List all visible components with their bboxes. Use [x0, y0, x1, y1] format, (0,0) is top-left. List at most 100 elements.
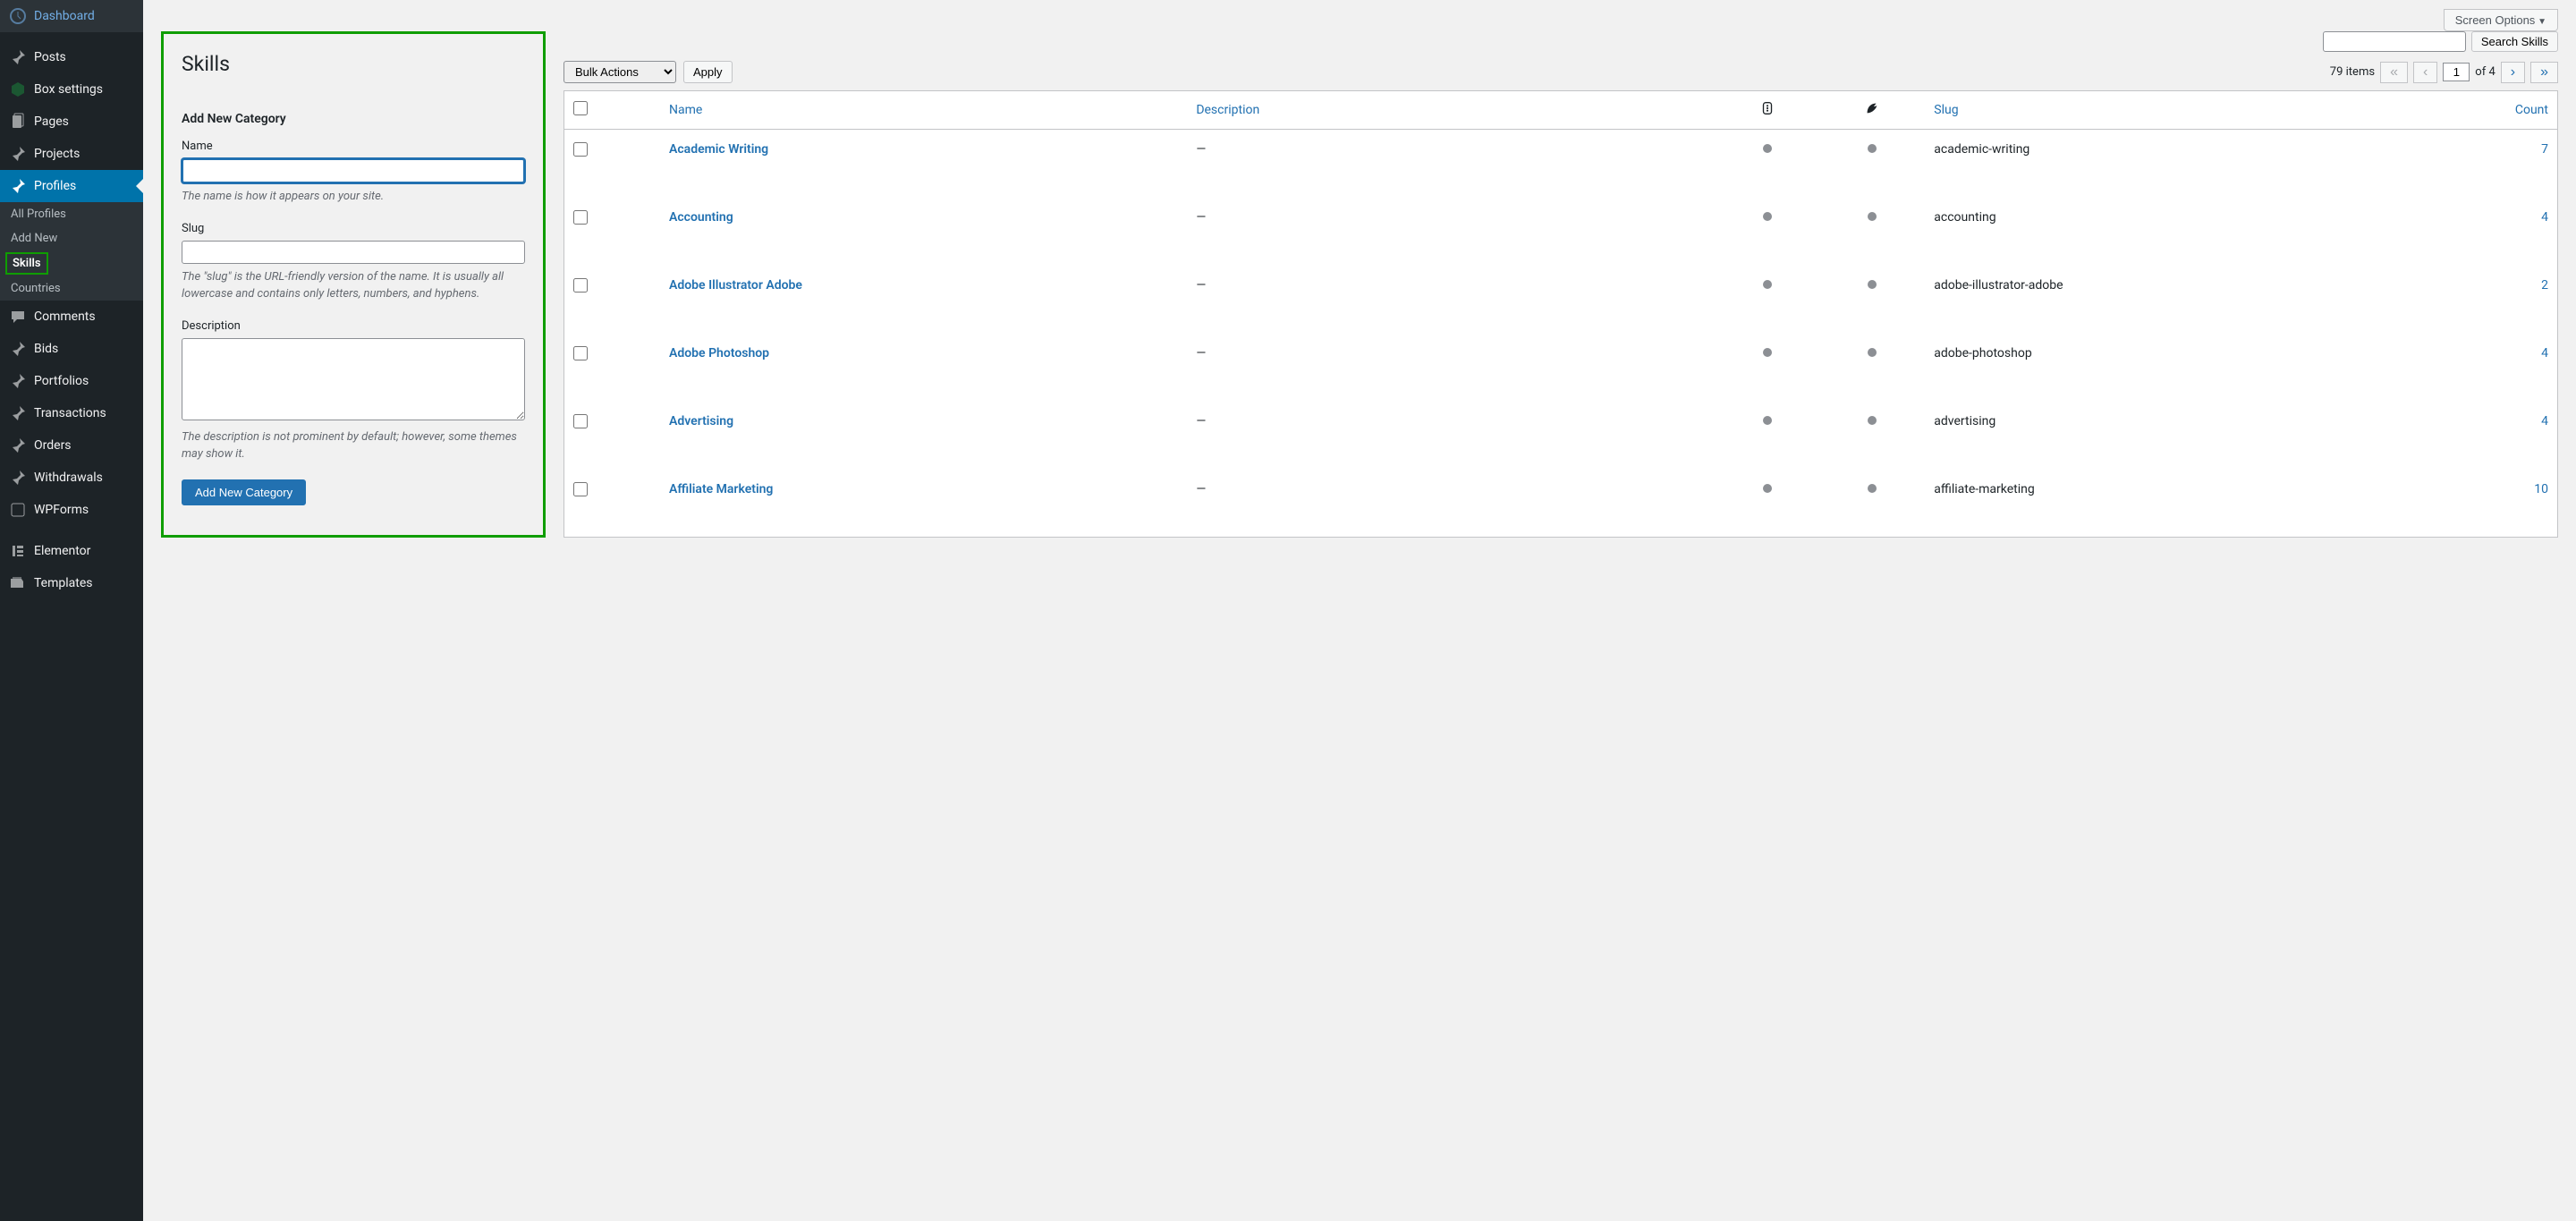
pin-icon [9, 48, 27, 66]
sidebar-label: Bids [34, 342, 58, 356]
select-all-checkbox[interactable] [573, 101, 588, 115]
slug-label: Slug [182, 222, 525, 235]
sidebar-item-portfolios[interactable]: Portfolios [0, 365, 143, 397]
skills-table-panel: Search Skills Bulk Actions Apply 79 item… [564, 31, 2558, 538]
skill-description: — [1187, 334, 1714, 402]
skill-name-link[interactable]: Affiliate Marketing [669, 482, 773, 496]
sidebar-item-dashboard[interactable]: Dashboard [0, 0, 143, 32]
sub-skills[interactable]: Skills [5, 252, 48, 275]
sub-all-profiles[interactable]: All Profiles [0, 202, 143, 226]
pin-icon [9, 340, 27, 358]
sidebar-label: Comments [34, 309, 96, 324]
status-dot [1868, 144, 1877, 153]
skill-count-link[interactable]: 4 [2541, 414, 2548, 428]
status-dot [1763, 280, 1772, 289]
sidebar-item-profiles[interactable]: Profiles [0, 170, 143, 202]
skills-table: Name Description Slug Count Academic Wri… [564, 90, 2558, 538]
next-page-button[interactable]: › [2501, 62, 2525, 83]
add-category-button[interactable]: Add New Category [182, 479, 306, 505]
visibility-column-header[interactable] [1715, 91, 1820, 130]
current-page-input[interactable] [2443, 63, 2470, 81]
slug-input[interactable] [182, 241, 525, 264]
sidebar-item-bids[interactable]: Bids [0, 333, 143, 365]
sidebar-label: Posts [34, 50, 66, 64]
sidebar-item-wpforms[interactable]: WPForms [0, 494, 143, 526]
admin-sidebar: Dashboard Posts Box settings Pages Proje… [0, 0, 143, 1221]
name-input[interactable] [182, 158, 525, 183]
main-content: Screen Options Skills Add New Category N… [143, 0, 2576, 1221]
skill-slug: academic-writing [1925, 130, 2399, 198]
skill-count-link[interactable]: 10 [2534, 482, 2548, 496]
sidebar-item-box-settings[interactable]: Box settings [0, 73, 143, 106]
bulk-actions-select[interactable]: Bulk Actions [564, 61, 676, 83]
add-category-panel: Skills Add New Category Name The name is… [161, 31, 546, 538]
sidebar-label: Templates [34, 576, 93, 590]
sidebar-item-pages[interactable]: Pages [0, 106, 143, 138]
skill-name-link[interactable]: Advertising [669, 414, 733, 428]
sidebar-item-elementor[interactable]: Elementor [0, 535, 143, 567]
status-dot [1763, 484, 1772, 493]
page-of: of 4 [2475, 65, 2495, 79]
row-checkbox[interactable] [573, 414, 588, 428]
box-icon [9, 81, 27, 98]
table-row: Adobe Illustrator Adobe — adobe-illustra… [564, 266, 2558, 334]
sidebar-label: Elementor [34, 544, 90, 558]
sidebar-label: WPForms [34, 503, 89, 517]
skill-slug: advertising [1925, 402, 2399, 470]
slug-column-header[interactable]: Slug [1934, 103, 1958, 117]
count-column-header[interactable]: Count [2515, 103, 2548, 117]
search-button[interactable]: Search Skills [2471, 31, 2558, 52]
skill-count-link[interactable]: 2 [2541, 278, 2548, 293]
slug-help: The "slug" is the URL-friendly version o… [182, 268, 525, 303]
sidebar-item-comments[interactable]: Comments [0, 301, 143, 333]
prev-page-button[interactable]: ‹ [2413, 62, 2437, 83]
sidebar-item-transactions[interactable]: Transactions [0, 397, 143, 429]
row-checkbox[interactable] [573, 142, 588, 157]
table-row: Accounting — accounting 4 [564, 198, 2558, 266]
status-dot [1763, 348, 1772, 357]
skill-name-link[interactable]: Adobe Photoshop [669, 346, 769, 360]
skill-name-link[interactable]: Accounting [669, 210, 733, 225]
table-row: Affiliate Marketing — affiliate-marketin… [564, 470, 2558, 538]
sidebar-item-templates[interactable]: Templates [0, 567, 143, 599]
status-dot [1763, 212, 1772, 221]
skill-slug: affiliate-marketing [1925, 470, 2399, 538]
sub-countries[interactable]: Countries [0, 276, 143, 301]
sub-add-new[interactable]: Add New [0, 226, 143, 250]
name-help: The name is how it appears on your site. [182, 188, 525, 206]
screen-options-button[interactable]: Screen Options [2444, 9, 2558, 31]
skill-description: — [1187, 198, 1714, 266]
featured-column-header[interactable] [1819, 91, 1925, 130]
page-icon [9, 113, 27, 131]
row-checkbox[interactable] [573, 210, 588, 225]
skill-count-link[interactable]: 4 [2541, 346, 2548, 360]
pin-icon [9, 404, 27, 422]
name-column-header[interactable]: Name [669, 103, 702, 117]
apply-button[interactable]: Apply [683, 61, 733, 83]
sidebar-item-orders[interactable]: Orders [0, 429, 143, 462]
pin-icon [9, 372, 27, 390]
sidebar-label: Dashboard [34, 9, 95, 23]
skill-name-link[interactable]: Adobe Illustrator Adobe [669, 278, 802, 293]
last-page-button[interactable]: » [2530, 62, 2558, 83]
skill-name-link[interactable]: Academic Writing [669, 142, 768, 157]
sidebar-item-withdrawals[interactable]: Withdrawals [0, 462, 143, 494]
sidebar-item-projects[interactable]: Projects [0, 138, 143, 170]
comment-icon [9, 308, 27, 326]
search-input[interactable] [2323, 31, 2466, 52]
row-checkbox[interactable] [573, 346, 588, 360]
page-title: Skills [182, 52, 525, 76]
skill-description: — [1187, 402, 1714, 470]
row-checkbox[interactable] [573, 278, 588, 293]
description-input[interactable] [182, 338, 525, 420]
description-column-header[interactable]: Description [1196, 103, 1259, 117]
sidebar-item-posts[interactable]: Posts [0, 41, 143, 73]
first-page-button[interactable]: « [2380, 62, 2408, 83]
skill-count-link[interactable]: 4 [2541, 210, 2548, 225]
sidebar-label: Portfolios [34, 374, 89, 388]
row-checkbox[interactable] [573, 482, 588, 496]
skill-description: — [1187, 266, 1714, 334]
pin-icon [9, 469, 27, 487]
skill-count-link[interactable]: 7 [2541, 142, 2548, 157]
templates-icon [9, 574, 27, 592]
